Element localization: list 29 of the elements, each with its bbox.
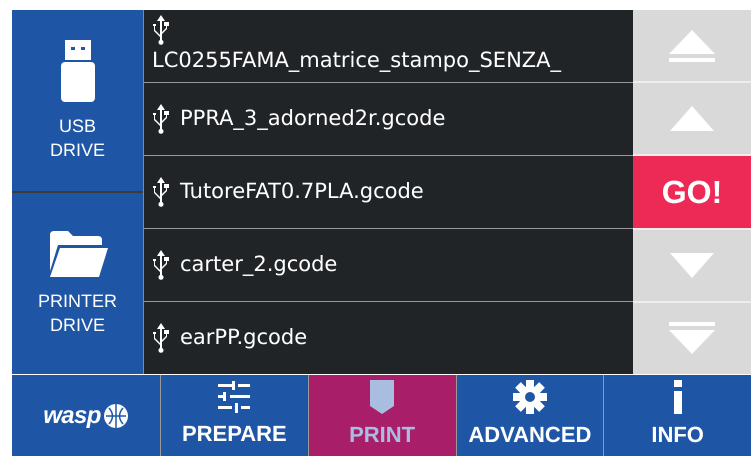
gear-icon xyxy=(512,380,547,414)
down-arrow-icon xyxy=(670,252,714,278)
folder-icon xyxy=(48,230,108,276)
up-arrow-icon xyxy=(670,106,714,132)
go-button[interactable]: GO! xyxy=(633,156,751,228)
usb-icon xyxy=(152,323,170,353)
nav-tab[interactable]: PRINT xyxy=(308,375,456,456)
scroll-button[interactable] xyxy=(633,302,751,374)
scroll-button[interactable] xyxy=(633,10,751,82)
usb-icon xyxy=(152,104,170,134)
nav-tab[interactable]: INFO xyxy=(604,375,751,456)
usb-stick-icon xyxy=(60,40,94,102)
file-row[interactable]: earPP.gcode xyxy=(144,302,633,374)
drive-button[interactable]: USB DRIVE xyxy=(12,10,143,191)
drive-button[interactable]: PRINTER DRIVE xyxy=(12,193,143,374)
scroll-button[interactable] xyxy=(633,230,751,301)
usb-icon xyxy=(152,177,170,207)
sliders-icon xyxy=(218,381,250,413)
globe-icon xyxy=(102,402,129,428)
scroll-bottom-icon xyxy=(669,322,715,354)
usb-icon xyxy=(152,15,170,46)
nav-tab[interactable]: ADVANCED xyxy=(456,375,604,456)
usb-icon xyxy=(152,250,170,280)
info-icon xyxy=(672,380,683,414)
logo-tile: wasp xyxy=(12,375,160,456)
nav-tab[interactable]: PREPARE xyxy=(161,375,308,456)
scroll-top-icon xyxy=(669,30,715,62)
scroll-button[interactable] xyxy=(633,83,751,154)
bookmark-icon xyxy=(370,380,394,414)
